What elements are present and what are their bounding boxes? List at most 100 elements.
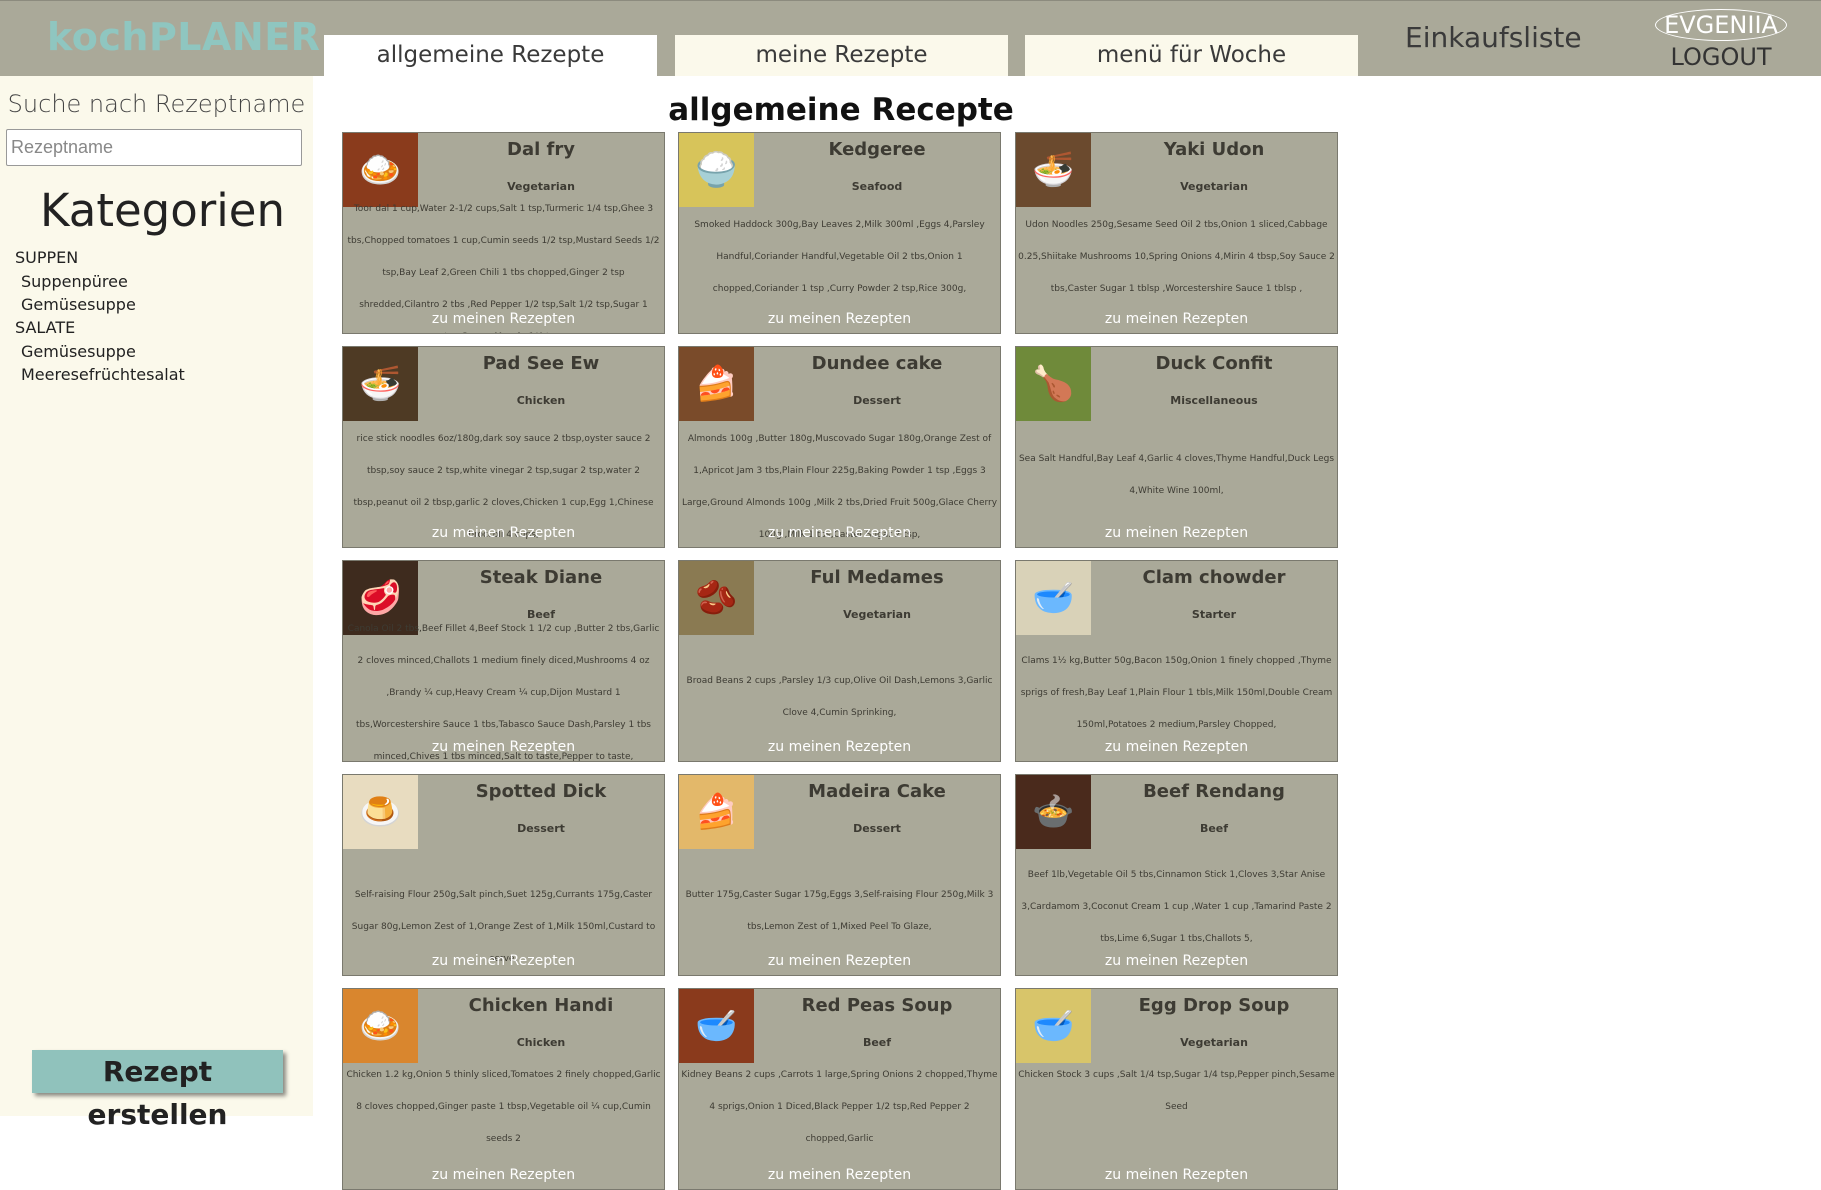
recipe-ingredients: Udon Noodles 250g,Sesame Seed Oil 2 tbs,… xyxy=(1018,220,1335,294)
recipe-name[interactable]: Chicken Handi xyxy=(418,995,664,1016)
noodles-icon: 🍜 xyxy=(343,347,418,421)
category-group-salate[interactable]: SALATE xyxy=(15,316,185,340)
add-to-my-recipes-button[interactable]: zu meinen Rezepten xyxy=(679,739,1000,755)
add-to-my-recipes-button[interactable]: zu meinen Rezepten xyxy=(343,1167,664,1183)
recipe-ingredients: Sea Salt Handful,Bay Leaf 4,Garlic 4 clo… xyxy=(1018,454,1335,496)
create-recipe-button[interactable]: Rezept erstellen xyxy=(32,1050,283,1131)
recipe-card[interactable]: 🍮 Spotted Dick Dessert Self-raising Flour 2… xyxy=(342,774,665,976)
recipe-name[interactable]: Madeira Cake xyxy=(754,781,1000,802)
soup-bowl-icon: 🥣 xyxy=(1016,561,1091,635)
category-list: SUPPEN Suppenpüree Gemüsesuppe SALATE Ge… xyxy=(15,246,185,386)
recipe-category: Beef xyxy=(1199,822,1229,835)
tab-allgemeine-rezepte[interactable]: allgemeine Rezepte xyxy=(324,35,657,76)
recipe-name[interactable]: Clam chowder xyxy=(1091,567,1337,588)
recipe-card[interactable]: 🍛 Dal fry Vegetarian Toor dal 1 cup,Water 2… xyxy=(342,132,665,334)
recipe-category: Chicken xyxy=(516,394,566,407)
recipe-category: Dessert xyxy=(853,394,901,407)
recipe-card[interactable]: 🍰 Dundee cake Dessert Almonds 100g ,Butter … xyxy=(678,346,1001,548)
add-to-my-recipes-button[interactable]: zu meinen Rezepten xyxy=(679,953,1000,969)
recipe-card[interactable]: 🥣 Egg Drop Soup Vegetarian Chicken Stock 3 … xyxy=(1015,988,1338,1190)
page-title: allgemeine Recepte xyxy=(668,92,1014,128)
recipe-ingredients: Clams 1½ kg,Butter 50g,Bacon 150g,Onion … xyxy=(1020,656,1333,730)
recipe-ingredients: Beef 1lb,Vegetable Oil 5 tbs,Cinnamon St… xyxy=(1021,870,1332,944)
add-to-my-recipes-button[interactable]: zu meinen Rezepten xyxy=(343,739,664,755)
recipe-category: Dessert xyxy=(517,822,565,835)
recipe-name[interactable]: Red Peas Soup xyxy=(754,995,1000,1016)
top-bar: kochPLANER allgemeine Rezepte meine Reze… xyxy=(0,0,1821,76)
recipe-name[interactable]: Pad See Ew xyxy=(418,353,664,374)
stew-icon: 🍲 xyxy=(1016,775,1091,849)
logo-prefix: koch xyxy=(47,15,149,59)
recipe-card[interactable]: 🍛 Chicken Handi Chicken Chicken 1.2 kg,Onio… xyxy=(342,988,665,1190)
recipe-category: Vegetarian xyxy=(507,180,575,193)
bean-dish-icon: 🫘 xyxy=(679,561,754,635)
app-logo[interactable]: kochPLANER xyxy=(47,15,320,59)
recipe-card[interactable]: 🥣 Red Peas Soup Beef Kidney Beans 2 cups ,C… xyxy=(678,988,1001,1190)
cake-icon: 🍰 xyxy=(679,347,754,421)
recipe-card[interactable]: 🍲 Beef Rendang Beef Beef 1lb,Vegetable Oil … xyxy=(1015,774,1338,976)
tab-meine-rezepte[interactable]: meine Rezepte xyxy=(675,35,1008,76)
recipe-name[interactable]: Spotted Dick xyxy=(418,781,664,802)
search-title: Suche nach Rezeptname xyxy=(7,90,306,118)
add-to-my-recipes-button[interactable]: zu meinen Rezepten xyxy=(1016,1167,1337,1183)
logo-suffix: PLANER xyxy=(148,15,321,59)
recipe-card[interactable]: 🥩 Steak Diane Beef Canola Oil 2 tbs,Beef Fi… xyxy=(342,560,665,762)
sidebar: Suche nach Rezeptname Kategorien SUPPEN … xyxy=(0,76,313,1116)
recipe-card[interactable]: 🍜 Pad See Ew Chicken rice stick noodles 6oz… xyxy=(342,346,665,548)
recipe-category: Vegetarian xyxy=(1180,180,1248,193)
recipe-card[interactable]: 🥣 Clam chowder Starter Clams 1½ kg,Butter 5… xyxy=(1015,560,1338,762)
recipe-name[interactable]: Dundee cake xyxy=(754,353,1000,374)
add-to-my-recipes-button[interactable]: zu meinen Rezepten xyxy=(343,311,664,327)
recipe-name[interactable]: Yaki Udon xyxy=(1091,139,1337,160)
recipe-name[interactable]: Steak Diane xyxy=(418,567,664,588)
add-to-my-recipes-button[interactable]: zu meinen Rezepten xyxy=(1016,739,1337,755)
user-name: EVGENIIA xyxy=(1655,9,1787,41)
add-to-my-recipes-button[interactable]: zu meinen Rezepten xyxy=(1016,525,1337,541)
add-to-my-recipes-button[interactable]: zu meinen Rezepten xyxy=(343,953,664,969)
recipe-category: Chicken xyxy=(516,1036,566,1049)
recipe-ingredients: Butter 175g,Caster Sugar 175g,Eggs 3,Sel… xyxy=(685,890,994,932)
recipe-card[interactable]: 🍰 Madeira Cake Dessert Butter 175g,Caster S… xyxy=(678,774,1001,976)
recipe-name[interactable]: Kedgeree xyxy=(754,139,1000,160)
add-to-my-recipes-button[interactable]: zu meinen Rezepten xyxy=(343,525,664,541)
tab-menu-fuer-woche[interactable]: menü für Woche xyxy=(1025,35,1358,76)
category-group-suppen[interactable]: SUPPEN xyxy=(15,246,185,270)
recipe-category: Beef xyxy=(862,1036,892,1049)
recipe-name[interactable]: Beef Rendang xyxy=(1091,781,1337,802)
rice-plate-icon: 🍚 xyxy=(679,133,754,207)
add-to-my-recipes-button[interactable]: zu meinen Rezepten xyxy=(1016,311,1337,327)
recipe-ingredients: Smoked Haddock 300g,Bay Leaves 2,Milk 30… xyxy=(694,220,985,294)
recipe-name[interactable]: Ful Medames xyxy=(754,567,1000,588)
recipe-ingredients: Broad Beans 2 cups ,Parsley 1/3 cup,Oliv… xyxy=(686,676,993,718)
recipe-name[interactable]: Egg Drop Soup xyxy=(1091,995,1337,1016)
recipe-card[interactable]: 🍜 Yaki Udon Vegetarian Udon Noodles 250g,Se… xyxy=(1015,132,1338,334)
soup-bowl-icon: 🥣 xyxy=(1016,989,1091,1063)
recipe-name[interactable]: Duck Confit xyxy=(1091,353,1337,374)
soup-bowl-icon: 🥣 xyxy=(679,989,754,1063)
category-item-gemuesesuppe[interactable]: Gemüsesuppe xyxy=(15,293,185,316)
recipe-ingredients: Kidney Beans 2 cups ,Carrots 1 large,Spr… xyxy=(681,1070,998,1144)
add-to-my-recipes-button[interactable]: zu meinen Rezepten xyxy=(679,1167,1000,1183)
pudding-icon: 🍮 xyxy=(343,775,418,849)
recipe-card[interactable]: 🍚 Kedgeree Seafood Smoked Haddock 300g,Bay … xyxy=(678,132,1001,334)
cake-icon: 🍰 xyxy=(679,775,754,849)
category-item-suppenpueree[interactable]: Suppenpüree xyxy=(15,270,185,293)
recipe-category: Vegetarian xyxy=(843,608,911,621)
recipe-category: Miscellaneous xyxy=(1170,394,1258,407)
category-item-gemuesesuppe-2[interactable]: Gemüsesuppe xyxy=(15,340,185,363)
add-to-my-recipes-button[interactable]: zu meinen Rezepten xyxy=(679,311,1000,327)
recipe-category: Seafood xyxy=(851,180,903,193)
categories-title: Kategorien xyxy=(40,184,285,237)
einkaufsliste-link[interactable]: Einkaufsliste xyxy=(1405,21,1582,54)
logout-button[interactable]: LOGOUT xyxy=(1652,43,1790,71)
duck-leg-icon: 🍗 xyxy=(1016,347,1091,421)
add-to-my-recipes-button[interactable]: zu meinen Rezepten xyxy=(679,525,1000,541)
category-item-meeresfruechtesalat[interactable]: Meeresefrüchtesalat xyxy=(15,363,185,386)
search-input[interactable] xyxy=(6,129,302,166)
recipe-name[interactable]: Dal fry xyxy=(418,139,664,160)
curry-bowl-icon: 🍛 xyxy=(343,989,418,1063)
recipe-card[interactable]: 🍗 Duck Confit Miscellaneous Sea Salt Handfu… xyxy=(1015,346,1338,548)
recipe-card[interactable]: 🫘 Ful Medames Vegetarian Broad Beans 2 cups… xyxy=(678,560,1001,762)
add-to-my-recipes-button[interactable]: zu meinen Rezepten xyxy=(1016,953,1337,969)
recipe-ingredients: Chicken Stock 3 cups ,Salt 1/4 tsp,Sugar… xyxy=(1018,1070,1335,1112)
